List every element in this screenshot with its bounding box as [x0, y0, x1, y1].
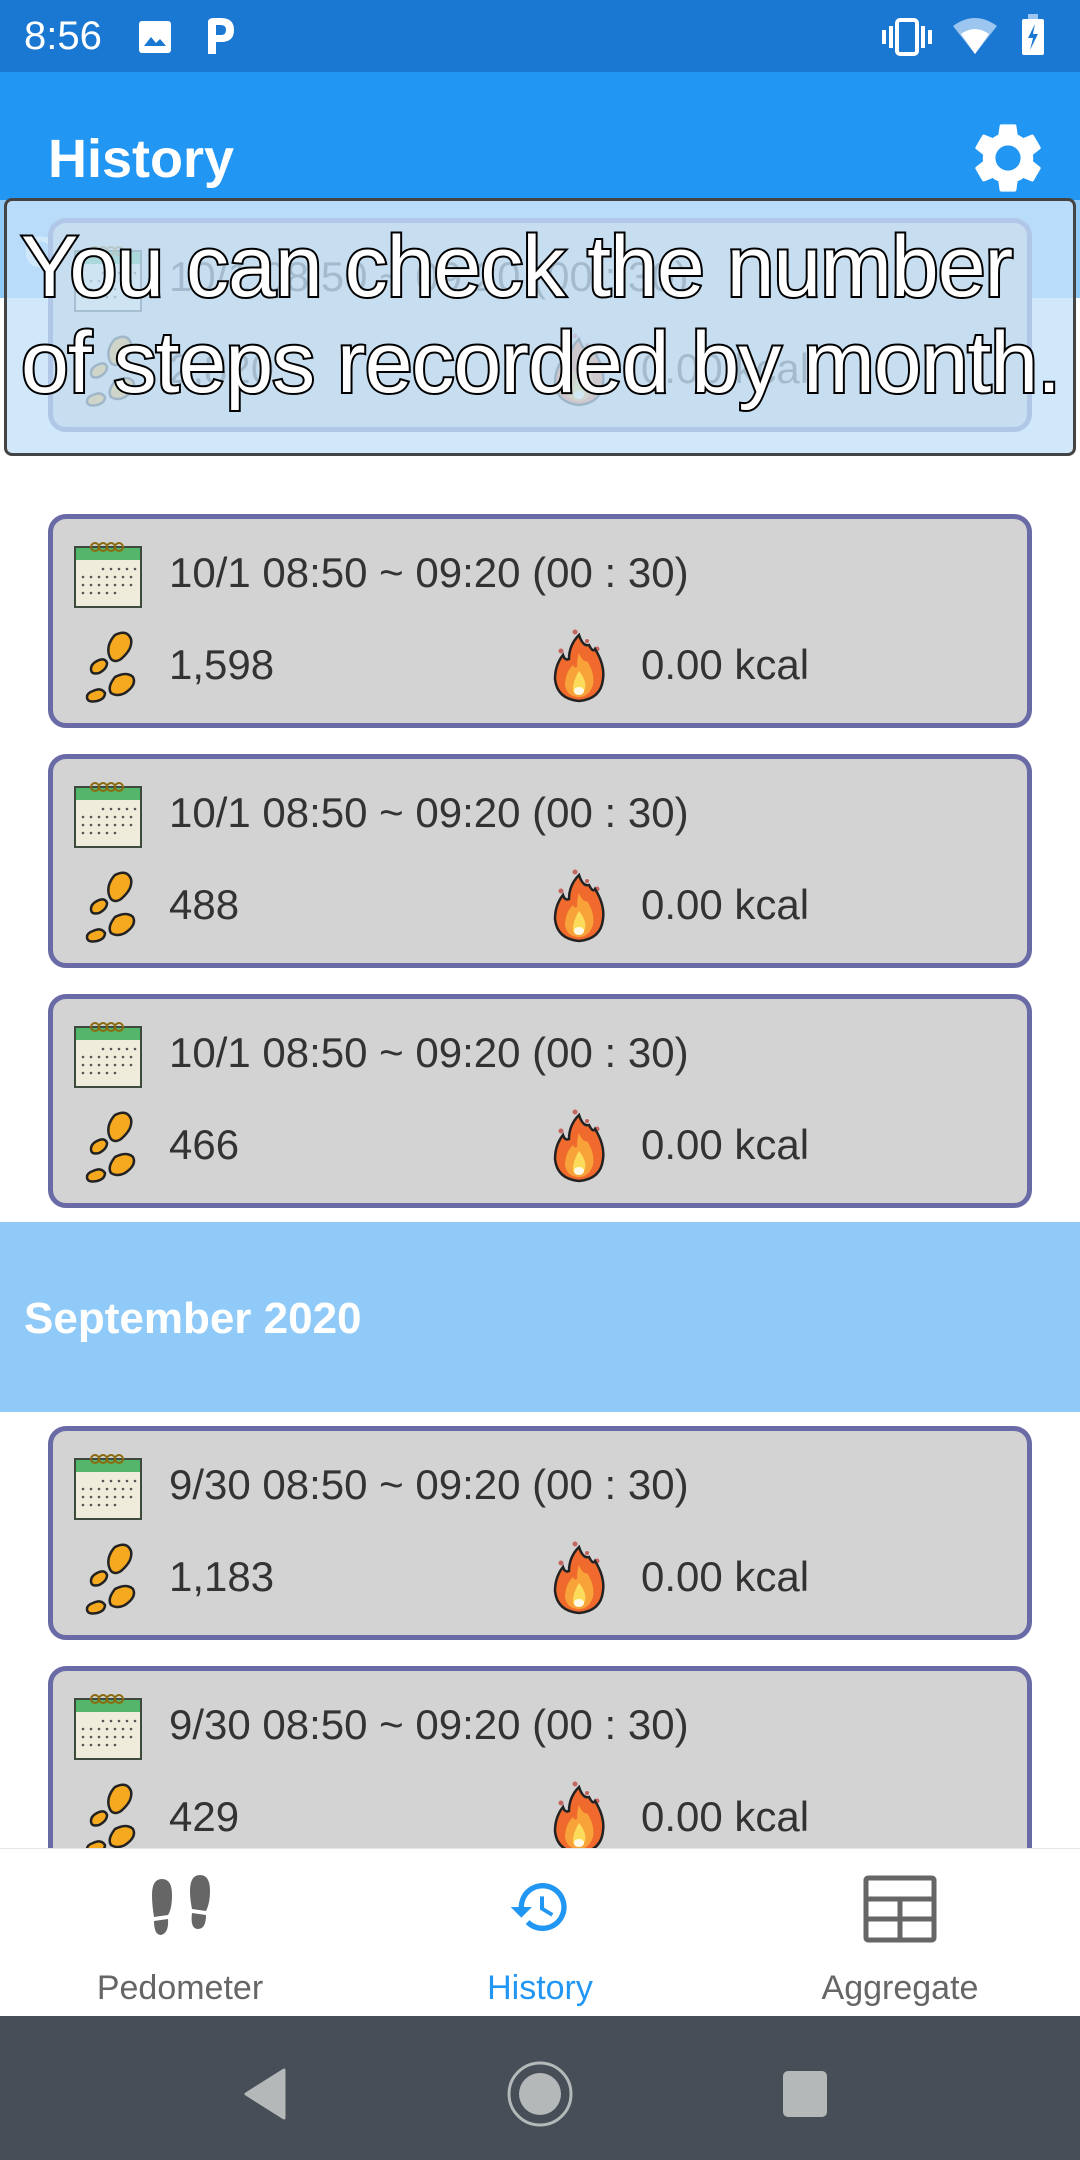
fire-icon	[549, 869, 609, 948]
nav-tab-pedometer[interactable]: Pedometer	[0, 1849, 360, 2017]
footsteps-icon	[81, 1111, 141, 1188]
calendar-icon	[73, 1693, 143, 1766]
page-title: History	[48, 129, 235, 189]
record-date-range: 10/1 08:50 ~ 09:20 (00 : 30)	[169, 789, 689, 836]
bottom-navigation: Pedometer History Aggregate	[0, 1848, 1080, 2016]
record-calories: 0.00 kcal	[641, 1553, 810, 1600]
record-step-count: 488	[169, 881, 240, 928]
history-record-card[interactable]: 10/1 08:50 ~ 09:20 (00 : 30) 466 0.00 kc…	[48, 994, 1032, 1208]
recents-button[interactable]	[782, 2070, 828, 2123]
nav-label: Aggregate	[821, 1969, 979, 2007]
footsteps-icon	[81, 631, 141, 708]
nav-label: Pedometer	[96, 1969, 264, 2007]
image-notification-icon	[138, 20, 172, 59]
tooltip-text: You can check the number of steps record…	[19, 217, 1063, 413]
p-app-notification-icon	[204, 16, 236, 61]
vibrate-icon	[882, 18, 932, 61]
record-date-range: 9/30 08:50 ~ 09:20 (00 : 30)	[169, 1461, 689, 1508]
footsteps-icon	[81, 871, 141, 948]
nav-label: History	[487, 1969, 593, 2007]
calendar-icon	[73, 1021, 143, 1094]
tutorial-tooltip[interactable]: You can check the number of steps record…	[4, 198, 1076, 456]
history-record-card[interactable]: 9/30 08:50 ~ 09:20 (00 : 30) 1,183 0.00 …	[48, 1426, 1032, 1640]
calendar-icon	[73, 1453, 143, 1526]
status-bar: 8:56	[0, 0, 1080, 72]
record-step-count: 466	[169, 1121, 240, 1168]
home-button[interactable]	[506, 2060, 574, 2133]
record-calories: 0.00 kcal	[641, 641, 810, 688]
record-calories: 0.00 kcal	[641, 1793, 810, 1840]
history-record-card[interactable]: 9/30 08:50 ~ 09:20 (00 : 30) 429 0.00 kc…	[48, 1666, 1032, 1848]
calendar-icon	[73, 541, 143, 614]
status-time: 8:56	[24, 14, 102, 58]
nav-tab-history[interactable]: History	[360, 1849, 720, 2017]
fire-icon	[549, 1781, 609, 1848]
gear-icon	[975, 124, 1041, 192]
record-step-count: 1,183	[169, 1553, 275, 1600]
record-date-range: 10/1 08:50 ~ 09:20 (00 : 30)	[169, 1029, 689, 1076]
record-calories: 0.00 kcal	[641, 1121, 810, 1168]
fire-icon	[549, 1541, 609, 1620]
wifi-icon	[952, 16, 998, 61]
footsteps-icon	[81, 1543, 141, 1620]
battery-charging-icon	[1020, 14, 1046, 61]
app-bar: History	[0, 72, 1080, 200]
footsteps-icon	[81, 1783, 141, 1848]
calendar-icon	[73, 781, 143, 854]
fire-icon	[549, 1109, 609, 1188]
record-date-range: 10/1 08:50 ~ 09:20 (00 : 30)	[169, 549, 689, 596]
history-icon	[502, 1875, 578, 1944]
system-navigation-bar	[0, 2016, 1080, 2160]
history-record-card[interactable]: 10/1 08:50 ~ 09:20 (00 : 30) 1,598 0.00 …	[48, 514, 1032, 728]
history-record-card[interactable]: 10/1 08:50 ~ 09:20 (00 : 30) 488 0.00 kc…	[48, 754, 1032, 968]
record-step-count: 1,598	[169, 641, 275, 688]
nav-tab-aggregate[interactable]: Aggregate	[720, 1849, 1080, 2017]
record-step-count: 429	[169, 1793, 240, 1840]
home-icon	[507, 2061, 573, 2127]
table-icon	[862, 1875, 938, 1948]
back-icon	[244, 2068, 286, 2120]
recents-icon	[783, 2071, 827, 2117]
record-calories: 0.00 kcal	[641, 881, 810, 928]
month-label: September 2020	[24, 1294, 362, 1343]
fire-icon	[549, 629, 609, 708]
back-button[interactable]	[244, 2068, 288, 2125]
settings-button[interactable]	[966, 116, 1050, 200]
record-date-range: 9/30 08:50 ~ 09:20 (00 : 30)	[169, 1701, 689, 1748]
footprints-icon	[142, 1875, 218, 1944]
month-header: September 2020	[0, 1222, 1080, 1412]
